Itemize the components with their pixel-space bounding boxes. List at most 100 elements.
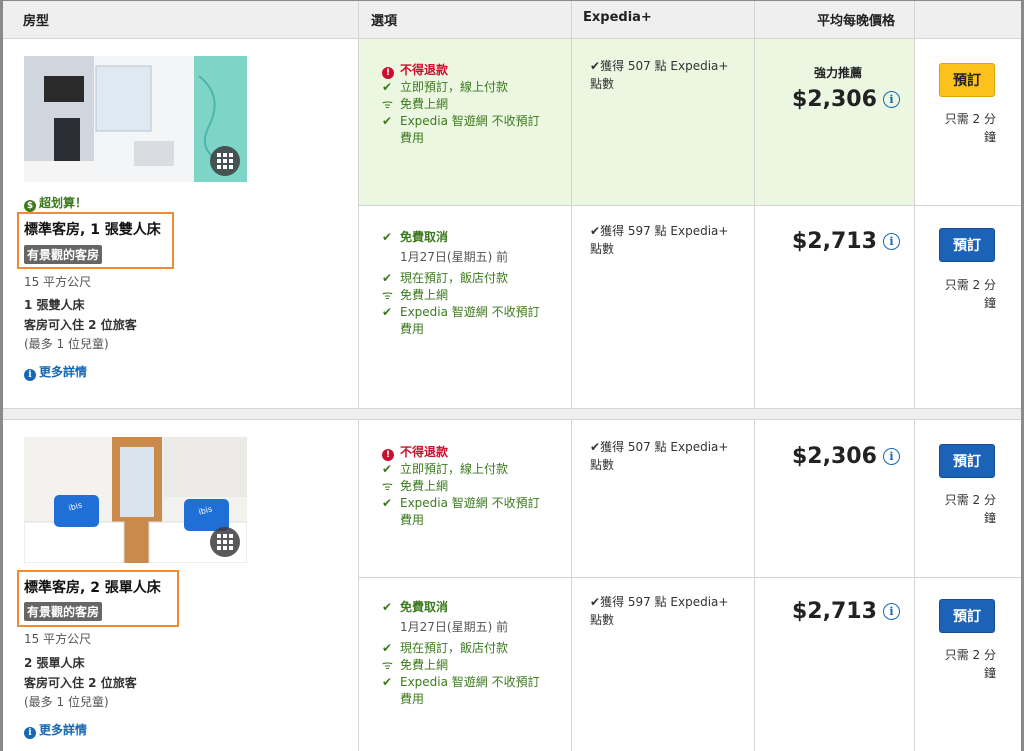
price-info-icon[interactable]: i — [882, 603, 900, 620]
more-details-link[interactable]: i 更多詳情 — [24, 363, 87, 381]
price-value: $2,713 — [792, 599, 877, 624]
header-avg-price: 平均每晚價格 — [817, 14, 896, 29]
booking-time-note: 只需 2 分鐘 — [930, 646, 996, 682]
rate-options: ! 不得退款 ✔ 立即預訂，線上付款 ᯤ 免費上網 ✔ Expedia 智遊網 不收預訂… — [382, 62, 540, 147]
alert-icon: ! — [382, 67, 394, 79]
non-refundable-label: 不得退款 — [400, 63, 449, 77]
expedia-points: ✔獲得 597 點 Expedia+ 點數 — [590, 222, 728, 258]
divider — [359, 577, 1021, 578]
note-line: 鐘 — [983, 296, 996, 310]
pay-option: 現在預訂，飯店付款 — [400, 641, 509, 655]
expedia-points: ✔獲得 597 點 Expedia+ 點數 — [590, 593, 728, 629]
wifi-icon: ᯤ — [382, 479, 393, 493]
points-line-cont: 點數 — [590, 77, 615, 91]
check-icon: ✔ — [382, 675, 393, 689]
divider — [571, 1, 572, 408]
view-room-badge: 有景觀的客房 — [24, 245, 103, 264]
wifi-icon: ᯤ — [382, 288, 393, 302]
note-line: 鐘 — [983, 511, 996, 525]
no-booking-fee-cont: 費用 — [400, 322, 425, 336]
wifi-option: 免費上網 — [400, 288, 449, 302]
expedia-points: ✔獲得 507 點 Expedia+ 點數 — [590, 57, 728, 93]
note-line: 鐘 — [983, 130, 996, 144]
room-title[interactable]: 標準客房, 1 張雙人床 — [24, 219, 161, 239]
expedia-points: ✔獲得 507 點 Expedia+ 點數 — [590, 438, 728, 474]
header-expedia-plus: Expedia+ — [583, 10, 652, 25]
bed-type: 2 張單人床 — [24, 656, 85, 670]
nightly-price: $2,713 i — [792, 599, 900, 624]
note-line: 只需 2 分 — [944, 112, 996, 126]
gallery-grid-icon[interactable] — [210, 146, 240, 176]
points-line: 獲得 507 點 Expedia+ — [600, 59, 729, 73]
more-details-link[interactable]: i 更多詳情 — [24, 721, 87, 739]
recommend-label: 強力推薦 — [814, 66, 863, 80]
check-icon: ✔ — [590, 224, 601, 238]
points-line: 獲得 507 點 Expedia+ — [600, 440, 729, 454]
no-booking-fee: Expedia 智遊網 不收預訂 — [400, 305, 540, 319]
rate-options: ! 不得退款 ✔ 立即預訂，線上付款 ᯤ 免費上網 ✔ Expedia 智遊網 不收預訂… — [382, 444, 540, 529]
no-booking-fee-cont: 費用 — [400, 131, 425, 145]
check-icon: ✔ — [382, 600, 393, 614]
children-limit: (最多 1 位兒童) — [24, 695, 109, 709]
check-icon: ✔ — [590, 59, 601, 73]
check-icon: ✔ — [382, 496, 393, 510]
points-line-cont: 點數 — [590, 613, 615, 627]
points-line-cont: 點數 — [590, 242, 615, 256]
book-button[interactable]: 預訂 — [939, 444, 995, 478]
room-photo[interactable]: ibis ibis — [24, 437, 247, 563]
info-icon: i — [24, 369, 36, 381]
deal-badge: $ 超划算！ — [24, 194, 87, 212]
no-booking-fee: Expedia 智遊網 不收預訂 — [400, 496, 540, 510]
check-icon: ✔ — [382, 462, 393, 476]
wifi-option: 免費上網 — [400, 658, 449, 672]
free-cancel-label: 免費取消 — [400, 230, 449, 244]
points-line-cont: 點數 — [590, 458, 615, 472]
table-header: 房型 選項 Expedia+ 平均每晚價格 — [3, 1, 1021, 39]
nightly-price: $2,306 i — [792, 87, 900, 112]
book-button[interactable]: 預訂 — [939, 228, 995, 262]
divider — [754, 1, 755, 408]
pay-option: 立即預訂，線上付款 — [400, 80, 509, 94]
no-booking-fee: Expedia 智遊網 不收預訂 — [400, 675, 540, 689]
nightly-price: $2,713 i — [792, 229, 900, 254]
book-button[interactable]: 預訂 — [939, 63, 995, 97]
dollar-icon: $ — [24, 200, 36, 212]
divider — [358, 1, 359, 408]
divider — [3, 408, 1021, 409]
note-line: 只需 2 分 — [944, 493, 996, 507]
room-capacity: 客房可入住 2 位旅客 — [24, 318, 137, 332]
book-button[interactable]: 預訂 — [939, 599, 995, 633]
divider — [358, 420, 359, 751]
price-info-icon[interactable]: i — [882, 233, 900, 250]
no-booking-fee-cont: 費用 — [400, 513, 425, 527]
note-line: 鐘 — [983, 666, 996, 680]
room-photo[interactable] — [24, 56, 247, 182]
nightly-price: $2,306 i — [792, 444, 900, 469]
info-icon: i — [24, 727, 36, 739]
note-line: 只需 2 分 — [944, 278, 996, 292]
divider — [754, 420, 755, 751]
price-info-icon[interactable]: i — [882, 448, 900, 465]
room-size: 15 平方公尺 — [24, 632, 92, 646]
price-value: $2,306 — [792, 444, 877, 469]
pay-option: 立即預訂，線上付款 — [400, 462, 509, 476]
check-icon: ✔ — [382, 114, 393, 128]
points-line: 獲得 597 點 Expedia+ — [600, 595, 729, 609]
check-icon: ✔ — [590, 440, 601, 454]
rate-options: ✔ 免費取消 1月27日(星期五) 前 ✔ 現在預訂，飯店付款 ᯤ 免費上網 ✔ Exp… — [382, 229, 540, 338]
divider — [3, 419, 1021, 420]
price-info-icon[interactable]: i — [882, 91, 900, 108]
header-options: 選項 — [371, 14, 398, 29]
more-details-label: 更多詳情 — [39, 723, 88, 737]
gallery-grid-icon[interactable] — [210, 527, 240, 557]
check-icon: ✔ — [382, 80, 393, 94]
divider — [359, 205, 1021, 206]
price-value: $2,713 — [792, 229, 877, 254]
check-icon: ✔ — [382, 641, 393, 655]
room-title[interactable]: 標準客房, 2 張單人床 — [24, 577, 161, 597]
divider — [914, 420, 915, 751]
non-refundable-label: 不得退款 — [400, 445, 449, 459]
check-icon: ✔ — [382, 305, 393, 319]
room-size: 15 平方公尺 — [24, 275, 92, 289]
wifi-icon: ᯤ — [382, 658, 393, 672]
